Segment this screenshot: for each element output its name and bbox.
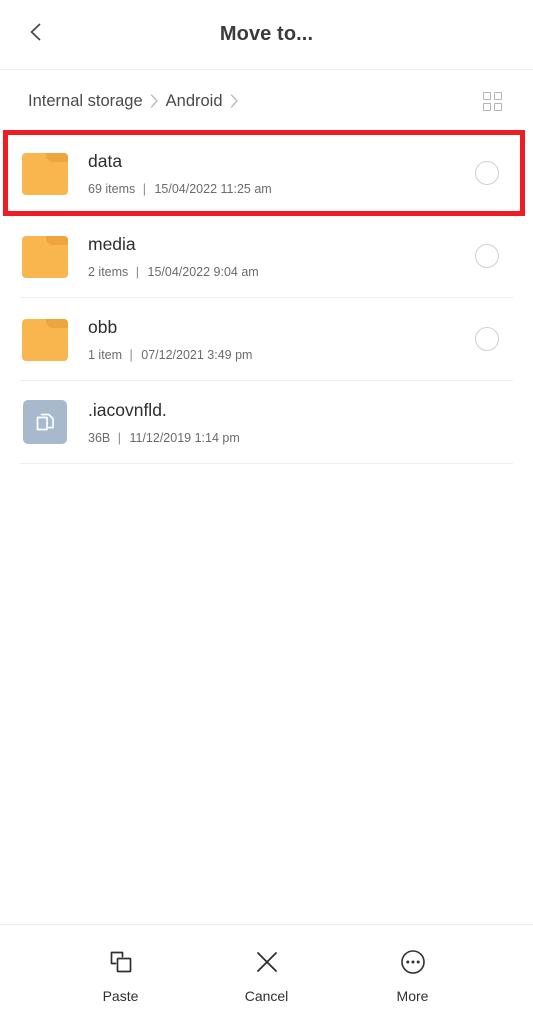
folder-icon [20, 148, 70, 198]
file-name: .iacovnfld. [88, 400, 167, 421]
back-button[interactable] [16, 15, 56, 55]
file-copy-icon [20, 397, 70, 447]
grid-cell [493, 102, 502, 111]
row-select-placeholder [475, 410, 499, 434]
more-ellipsis-icon [399, 946, 427, 978]
cancel-button[interactable]: Cancel [221, 946, 313, 1004]
file-meta: 36B | 11/12/2019 1:14 pm [88, 431, 475, 445]
breadcrumb: Internal storage Android [28, 92, 475, 111]
file-meta: 2 items | 15/04/2022 9:04 am [88, 265, 475, 279]
breadcrumb-bar: Internal storage Android [0, 70, 533, 132]
table-row[interactable]: obb 1 item | 07/12/2021 3:49 pm [0, 298, 533, 380]
paste-icon [107, 946, 135, 978]
app-header: Move to... [0, 0, 533, 70]
bottom-toolbar: Paste Cancel More [0, 924, 533, 1024]
folder-icon [20, 231, 70, 281]
move-to-screen: Move to... Internal storage Android data… [0, 0, 533, 1024]
row-select-radio[interactable] [475, 327, 499, 351]
file-meta: 1 item | 07/12/2021 3:49 pm [88, 348, 475, 362]
grid-cell [482, 102, 491, 111]
divider [20, 463, 513, 464]
grid-cell [482, 91, 491, 100]
chevron-left-icon [25, 21, 47, 48]
file-date: 07/12/2021 3:49 pm [141, 347, 253, 362]
file-name: media [88, 234, 136, 255]
file-date: 11/12/2019 1:14 pm [129, 430, 240, 445]
file-date: 15/04/2022 11:25 am [154, 181, 272, 196]
file-meta: 69 items | 15/04/2022 11:25 am [88, 182, 475, 196]
table-row[interactable]: data 69 items | 15/04/2022 11:25 am [0, 132, 533, 214]
file-item-count: 69 items [88, 181, 136, 196]
table-row[interactable]: media 2 items | 15/04/2022 9:04 am [0, 215, 533, 297]
meta-separator: | [129, 347, 133, 362]
meta-separator: | [135, 264, 140, 279]
row-text: .iacovnfld. 36B | 11/12/2019 1:14 pm [70, 399, 475, 445]
more-button[interactable]: More [367, 946, 459, 1004]
table-row[interactable]: .iacovnfld. 36B | 11/12/2019 1:14 pm [0, 381, 533, 463]
grid-cell [493, 91, 502, 100]
close-x-icon [253, 946, 281, 978]
chevron-right-icon [150, 94, 159, 108]
row-select-radio[interactable] [475, 161, 499, 185]
file-item-count: 1 item [88, 347, 123, 362]
row-text: obb 1 item | 07/12/2021 3:49 pm [70, 316, 475, 362]
chevron-right-icon-trailing [230, 94, 239, 108]
breadcrumb-item-android[interactable]: Android [166, 92, 223, 111]
meta-separator: | [117, 430, 121, 445]
meta-separator: | [142, 181, 146, 196]
file-item-count: 2 items [88, 264, 129, 279]
file-name: obb [88, 317, 118, 338]
more-label: More [396, 987, 429, 1004]
row-select-radio[interactable] [475, 244, 499, 268]
row-text: media 2 items | 15/04/2022 9:04 am [70, 233, 475, 279]
folder-icon [20, 314, 70, 364]
page-title: Move to... [219, 23, 314, 45]
file-date: 15/04/2022 9:04 am [147, 264, 259, 279]
breadcrumb-item-internal-storage[interactable]: Internal storage [28, 92, 143, 111]
paste-button[interactable]: Paste [75, 946, 167, 1004]
cancel-label: Cancel [244, 987, 289, 1004]
file-size: 36B [88, 430, 111, 445]
paste-label: Paste [102, 987, 139, 1004]
file-name: data [88, 151, 123, 172]
row-text: data 69 items | 15/04/2022 11:25 am [70, 150, 475, 196]
file-list: data 69 items | 15/04/2022 11:25 am medi… [0, 132, 533, 464]
grid-view-icon[interactable] [475, 84, 509, 118]
